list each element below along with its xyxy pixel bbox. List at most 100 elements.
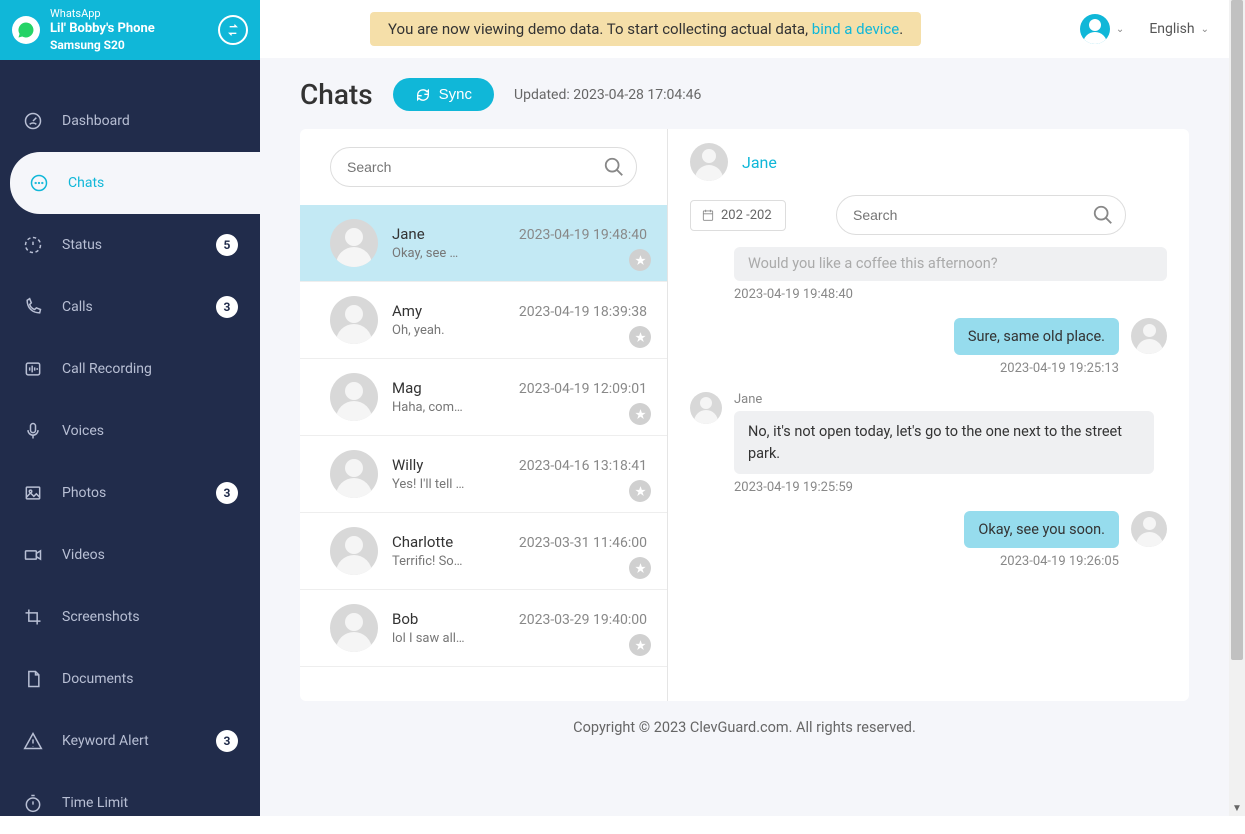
chat-item-amy[interactable]: Amy2023-04-19 18:39:38 Oh, yeah. <box>300 282 667 359</box>
star-icon[interactable] <box>629 403 651 425</box>
device-model: Samsung S20 <box>50 38 218 54</box>
search-icon[interactable] <box>1092 204 1114 226</box>
chat-preview: Oh, yeah. <box>392 323 522 338</box>
nav-label: Screenshots <box>62 609 140 625</box>
app-name: WhatsApp <box>50 7 218 21</box>
chat-search-input[interactable] <box>330 147 637 187</box>
nav-chats[interactable]: Chats <box>10 152 260 214</box>
chat-time: 2023-03-31 11:46:00 <box>519 535 647 551</box>
chat-list: Jane2023-04-19 19:48:40 Okay, see … Amy2… <box>300 129 668 701</box>
chat-name: Willy <box>392 456 423 474</box>
nav-label: Documents <box>62 671 133 687</box>
nav-status[interactable]: Status 5 <box>0 214 260 276</box>
video-icon <box>22 544 44 566</box>
nav-calls[interactable]: Calls 3 <box>0 276 260 338</box>
chevron-down-icon: ⌄ <box>1116 24 1124 35</box>
whatsapp-icon <box>12 16 40 44</box>
nav-badge: 3 <box>216 730 238 752</box>
star-icon[interactable] <box>629 249 651 271</box>
nav-label: Keyword Alert <box>62 733 149 749</box>
search-icon[interactable] <box>603 156 625 178</box>
chat-item-willy[interactable]: Willy2023-04-16 13:18:41 Yes! I'll tell … <box>300 436 667 513</box>
nav: Dashboard Chats Status 5 Calls 3 Call Re… <box>0 60 260 834</box>
banner-text-end: . <box>899 20 903 38</box>
avatar-icon <box>690 143 728 181</box>
sync-button[interactable]: Sync <box>393 78 494 111</box>
chat-item-jane[interactable]: Jane2023-04-19 19:48:40 Okay, see … <box>300 205 667 282</box>
device-info: WhatsApp Lil' Bobby's Phone Samsung S20 <box>50 7 218 54</box>
nav-documents[interactable]: Documents <box>0 648 260 710</box>
phone-icon <box>22 296 44 318</box>
nav-call-recording[interactable]: Call Recording <box>0 338 260 400</box>
nav-label: Chats <box>68 175 104 191</box>
chat-time: 2023-04-19 12:09:01 <box>519 381 647 397</box>
avatar-icon <box>330 219 378 267</box>
chat-item-mag[interactable]: Mag 2023-04-19 12:09:01 Haha, com… <box>300 359 667 436</box>
nav-photos[interactable]: Photos 3 <box>0 462 260 524</box>
refresh-icon <box>415 87 431 103</box>
nav-label: Videos <box>62 547 105 563</box>
nav-badge: 5 <box>216 234 238 256</box>
message-outgoing: Sure, same old place. 2023-04-19 19:25:1… <box>690 318 1167 376</box>
nav-time-limit[interactable]: Time Limit <box>0 772 260 834</box>
avatar-icon <box>1131 511 1167 547</box>
avatar-icon <box>690 392 722 424</box>
chat-name: Amy <box>392 302 422 320</box>
page-header: Chats Sync Updated: 2023-04-28 17:04:46 <box>300 78 1189 111</box>
scrollbar-down-arrow[interactable]: ▼ <box>1229 800 1245 816</box>
chat-preview: Haha, com… <box>392 400 522 415</box>
mic-icon <box>22 420 44 442</box>
chat-item-charlotte[interactable]: Charlotte 2023-03-31 11:46:00 Terrific! S… <box>300 513 667 590</box>
sidebar-header: WhatsApp Lil' Bobby's Phone Samsung S20 <box>0 0 260 60</box>
chat-name: Bob <box>392 610 418 628</box>
footer-copyright: Copyright © 2023 ClevGuard.com. All righ… <box>300 701 1189 736</box>
document-icon <box>22 668 44 690</box>
message-incoming: Jane No, it's not open today, let's go t… <box>690 392 1167 496</box>
sidebar: WhatsApp Lil' Bobby's Phone Samsung S20 … <box>0 0 260 816</box>
nav-label: Time Limit <box>62 795 128 811</box>
chat-name: Charlotte <box>392 533 453 551</box>
chat-item-bob[interactable]: Bob2023-03-29 19:40:00 lol I saw all… <box>300 590 667 667</box>
chat-search-box <box>330 147 637 187</box>
stopwatch-icon <box>22 792 44 814</box>
nav-screenshots[interactable]: Screenshots <box>0 586 260 648</box>
nav-label: Dashboard <box>62 113 130 129</box>
message-bubble: Would you like a coffee this afternoon? <box>734 247 1167 281</box>
message-search-input[interactable] <box>836 195 1126 235</box>
swap-device-icon[interactable] <box>218 15 248 45</box>
nav-videos[interactable]: Videos <box>0 524 260 586</box>
language-selector[interactable]: English ⌄ <box>1149 21 1209 37</box>
bind-device-link[interactable]: bind a device <box>812 20 899 38</box>
message-bubble: Okay, see you soon. <box>964 511 1119 548</box>
chat-icon <box>28 172 50 194</box>
message-search-box <box>836 195 1126 235</box>
nav-keyword-alert[interactable]: Keyword Alert 3 <box>0 710 260 772</box>
messages-area[interactable]: Would you like a coffee this afternoon? … <box>668 247 1189 701</box>
image-icon <box>22 482 44 504</box>
nav-voices[interactable]: Voices <box>0 400 260 462</box>
chat-name: Mag <box>392 379 422 397</box>
chat-name: Jane <box>392 225 425 243</box>
user-menu[interactable]: ⌄ <box>1080 14 1124 44</box>
status-icon <box>22 234 44 256</box>
date-range-input[interactable]: 202 -202 <box>690 200 786 231</box>
chat-preview: Yes! I'll tell … <box>392 477 522 492</box>
nav-dashboard[interactable]: Dashboard <box>0 90 260 152</box>
chat-preview: Terrific! So… <box>392 554 522 569</box>
user-avatar-icon <box>1080 14 1110 44</box>
star-icon[interactable] <box>629 557 651 579</box>
nav-badge: 3 <box>216 482 238 504</box>
alert-icon <box>22 730 44 752</box>
star-icon[interactable] <box>629 634 651 656</box>
chat-time: 2023-03-29 19:40:00 <box>519 612 647 628</box>
message-sender: Jane <box>734 392 1154 407</box>
chat-panel: Jane 202 -202 Would you like a coffee th… <box>668 129 1189 701</box>
star-icon[interactable] <box>629 326 651 348</box>
nav-label: Photos <box>62 485 106 501</box>
avatar-icon <box>1131 318 1167 354</box>
star-icon[interactable] <box>629 480 651 502</box>
avatar-icon <box>330 450 378 498</box>
scrollbar-track[interactable]: ▼ <box>1229 0 1245 816</box>
scrollbar-thumb[interactable] <box>1231 0 1243 660</box>
chat-filters: 202 -202 <box>668 195 1189 247</box>
